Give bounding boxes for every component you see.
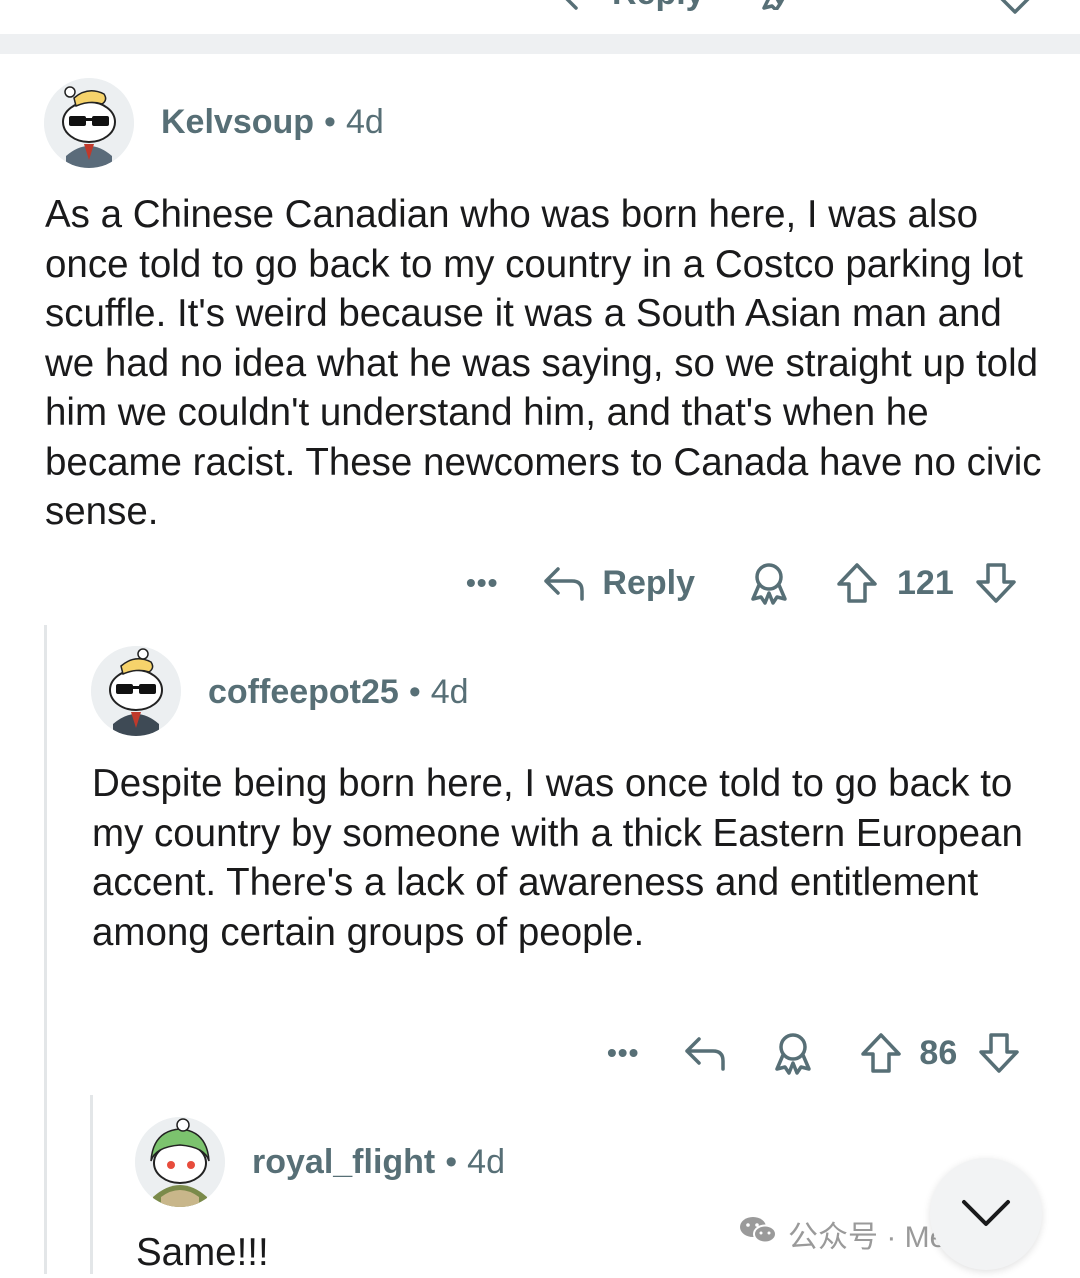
vote-count: 86 [919, 1033, 958, 1072]
comment-meta: coffeepot25 • 4d [208, 673, 469, 712]
thread-line[interactable] [90, 1095, 93, 1274]
comment-action-bar: ••• 86 [607, 1026, 1021, 1080]
comment-age: 4d [467, 1143, 505, 1181]
avatar[interactable] [91, 646, 181, 736]
award-icon[interactable] [747, 561, 791, 605]
downvote-arrow-icon[interactable] [995, 0, 1035, 19]
chevron-down-icon [958, 1194, 1014, 1235]
comment-meta: Kelvsoup • 4d [161, 103, 384, 142]
username[interactable]: coffeepot25 [208, 673, 399, 711]
downvote-arrow-icon[interactable] [974, 562, 1018, 604]
more-dots-icon[interactable]: ••• [466, 567, 498, 599]
thread-line[interactable] [44, 625, 47, 1274]
downvote-arrow-icon[interactable] [977, 1032, 1021, 1074]
upvote-arrow-icon[interactable] [835, 562, 879, 604]
avatar[interactable] [135, 1117, 225, 1207]
award-icon[interactable] [771, 1031, 815, 1075]
vote-count: 121 [897, 563, 954, 602]
upvote-arrow-icon[interactable] [859, 1032, 903, 1074]
reply-label[interactable]: Reply [612, 0, 705, 13]
avatar[interactable] [44, 78, 134, 168]
comment-action-bar: ••• Reply 121 [466, 556, 1018, 610]
upvote-arrow-icon[interactable] [855, 0, 885, 13]
collapse-thread-button[interactable] [930, 1158, 1042, 1270]
comment-body: As a Chinese Canadian who was born here,… [45, 193, 1042, 533]
username[interactable]: royal_flight [252, 1143, 435, 1181]
reply-button[interactable]: Reply [602, 564, 695, 603]
comment-body: Despite being born here, I was once told… [92, 762, 1023, 954]
reply-arrow-icon[interactable] [560, 0, 600, 19]
comment-age: 4d [430, 673, 469, 711]
meta-separator: • [324, 103, 336, 141]
award-icon[interactable] [760, 0, 800, 15]
comment-age: 4d [345, 103, 384, 141]
reply-arrow-icon[interactable] [683, 1033, 727, 1073]
meta-separator: • [445, 1143, 458, 1181]
comment-meta: royal_flight • 4d [252, 1143, 505, 1182]
comment-divider [0, 34, 1080, 54]
more-dots-icon[interactable]: ••• [607, 1037, 639, 1069]
wechat-icon [738, 1214, 778, 1254]
comment-body: Same!!! [136, 1231, 269, 1274]
reply-arrow-icon[interactable] [542, 563, 586, 603]
username[interactable]: Kelvsoup [161, 103, 314, 141]
previous-comment-actions: Reply [0, 0, 1080, 34]
meta-separator: • [408, 673, 421, 711]
